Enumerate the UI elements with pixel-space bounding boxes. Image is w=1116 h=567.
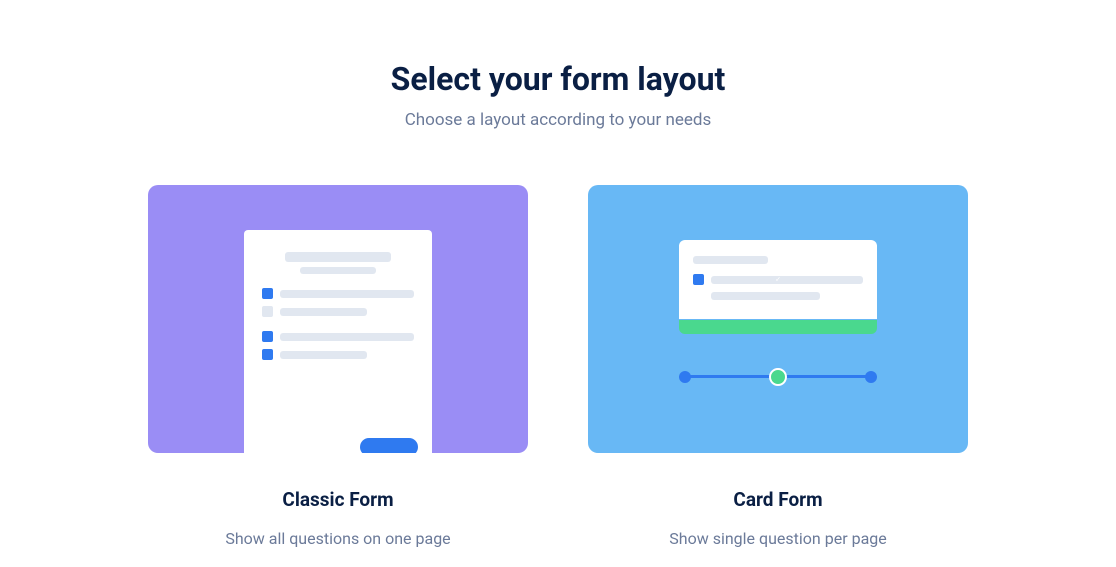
checkbox-checked-icon: ✓ [262, 288, 273, 299]
page-subtitle: Choose a layout according to your needs [391, 110, 726, 130]
submit-button-icon [360, 438, 418, 453]
checkbox-unchecked-icon [262, 306, 273, 317]
progress-step-icon [679, 371, 691, 383]
header: Select your form layout Choose a layout … [391, 60, 726, 130]
layout-options: ✓ ✓ [148, 185, 968, 548]
card-form-sheet-icon: ✓ [679, 240, 877, 319]
card-form-title: Card Form [733, 488, 822, 511]
card-form-preview: ✓ [588, 185, 968, 453]
progress-step-active-icon [769, 368, 787, 386]
page-title: Select your form layout [391, 60, 726, 98]
progress-track-icon [685, 375, 871, 378]
progress-step-icon [865, 371, 877, 383]
checkbox-checked-icon: ✓ [262, 349, 273, 360]
card-form-description: Show single question per page [669, 529, 886, 548]
classic-form-preview: ✓ ✓ [148, 185, 528, 453]
classic-form-sheet-icon: ✓ ✓ [244, 230, 432, 453]
classic-form-option[interactable]: ✓ ✓ [148, 185, 528, 548]
classic-form-description: Show all questions on one page [225, 529, 450, 548]
checkbox-checked-icon: ✓ [262, 331, 273, 342]
classic-form-title: Classic Form [282, 488, 393, 511]
checkbox-checked-icon: ✓ [693, 274, 704, 285]
progress-bar-icon [679, 320, 877, 334]
card-form-option[interactable]: ✓ Card Form Show single question per pag… [588, 185, 968, 548]
